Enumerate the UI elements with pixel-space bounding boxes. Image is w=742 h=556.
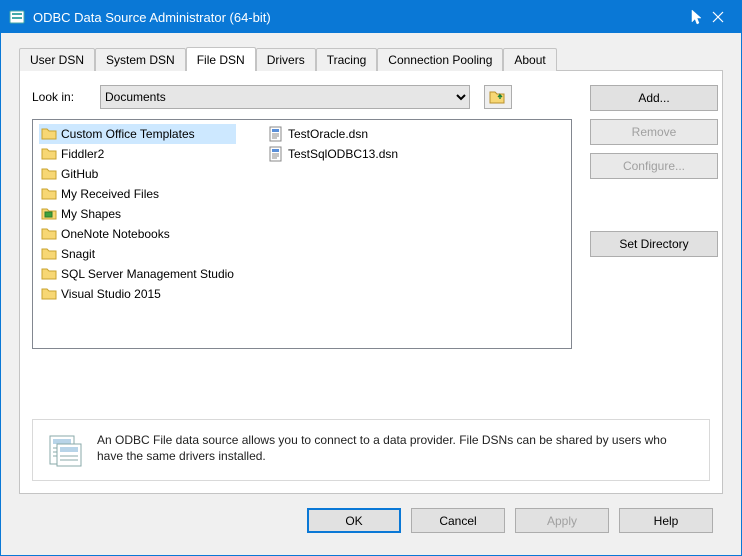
window-title: ODBC Data Source Administrator (64-bit) (33, 10, 679, 25)
add-button[interactable]: Add... (590, 85, 718, 111)
folder-label: Visual Studio 2015 (61, 287, 161, 301)
button-spacer (590, 187, 710, 223)
folder-label: Custom Office Templates (61, 127, 195, 141)
tab-connection-pooling[interactable]: Connection Pooling (377, 48, 503, 71)
tab-file-dsn[interactable]: File DSN (186, 47, 256, 70)
configure-button[interactable]: Configure... (590, 153, 718, 179)
side-button-column: Add... Remove Configure... Set Directory (590, 85, 710, 403)
folder-special-icon (41, 206, 57, 222)
look-in-select[interactable]: Documents (100, 85, 470, 109)
folder-label: Snagit (61, 247, 95, 261)
folder-icon (41, 146, 57, 162)
file-label: TestSqlODBC13.dsn (288, 147, 398, 161)
info-panel: An ODBC File data source allows you to c… (32, 419, 710, 481)
dsn-file-icon (268, 126, 284, 142)
file-list[interactable]: Custom Office Templates Fiddler2 (32, 119, 572, 349)
info-text: An ODBC File data source allows you to c… (97, 432, 695, 464)
cancel-button[interactable]: Cancel (411, 508, 505, 533)
dsn-file-item[interactable]: TestOracle.dsn (266, 124, 400, 144)
tab-system-dsn[interactable]: System DSN (95, 48, 186, 71)
folder-item[interactable]: Visual Studio 2015 (39, 284, 236, 304)
tab-strip: User DSN System DSN File DSN Drivers Tra… (13, 44, 729, 71)
folder-item[interactable]: OneNote Notebooks (39, 224, 236, 244)
folder-item[interactable]: My Received Files (39, 184, 236, 204)
tab-body-file-dsn: Look in: Documents (19, 70, 723, 494)
content-row: Custom Office Templates Fiddler2 (32, 119, 710, 403)
folder-item[interactable]: Fiddler2 (39, 144, 236, 164)
folder-icon (41, 166, 57, 182)
close-icon (712, 11, 724, 23)
help-button[interactable]: Help (619, 508, 713, 533)
folder-up-button[interactable] (484, 85, 512, 109)
folder-label: OneNote Notebooks (61, 227, 170, 241)
dsn-file-icon (268, 146, 284, 162)
folder-icon (41, 126, 57, 142)
set-directory-button[interactable]: Set Directory (590, 231, 718, 257)
folder-item[interactable]: SQL Server Management Studio (39, 264, 236, 284)
tab-drivers[interactable]: Drivers (256, 48, 316, 71)
folder-label: My Received Files (61, 187, 159, 201)
file-column: TestOracle.dsn (266, 124, 400, 344)
folder-icon (41, 246, 57, 262)
folder-column: Custom Office Templates Fiddler2 (39, 124, 236, 344)
file-label: TestOracle.dsn (288, 127, 368, 141)
folder-icon (41, 286, 57, 302)
apply-button[interactable]: Apply (515, 508, 609, 533)
folder-item[interactable]: My Shapes (39, 204, 236, 224)
remove-button[interactable]: Remove (590, 119, 718, 145)
folder-icon (41, 266, 57, 282)
dsn-file-item[interactable]: TestSqlODBC13.dsn (266, 144, 400, 164)
folder-label: Fiddler2 (61, 147, 104, 161)
app-icon (9, 9, 25, 25)
tab-tracing[interactable]: Tracing (316, 48, 378, 71)
client-area: User DSN System DSN File DSN Drivers Tra… (1, 33, 741, 555)
folder-item[interactable]: Custom Office Templates (39, 124, 236, 144)
folder-up-icon (489, 89, 507, 105)
folder-label: GitHub (61, 167, 98, 181)
tab-about[interactable]: About (503, 48, 556, 71)
window-frame: ODBC Data Source Administrator (64-bit) … (0, 0, 742, 556)
ok-button[interactable]: OK (307, 508, 401, 533)
look-in-label: Look in: (32, 90, 86, 104)
folder-icon (41, 186, 57, 202)
folder-icon (41, 226, 57, 242)
dialog-footer: OK Cancel Apply Help (13, 500, 729, 543)
titlebar: ODBC Data Source Administrator (64-bit) (1, 1, 741, 33)
tab-user-dsn[interactable]: User DSN (19, 48, 95, 71)
datasource-icon (47, 432, 83, 468)
folder-item[interactable]: Snagit (39, 244, 236, 264)
folder-item[interactable]: GitHub (39, 164, 236, 184)
folder-label: My Shapes (61, 207, 121, 221)
cursor-icon (691, 9, 707, 25)
folder-label: SQL Server Management Studio (61, 267, 234, 281)
